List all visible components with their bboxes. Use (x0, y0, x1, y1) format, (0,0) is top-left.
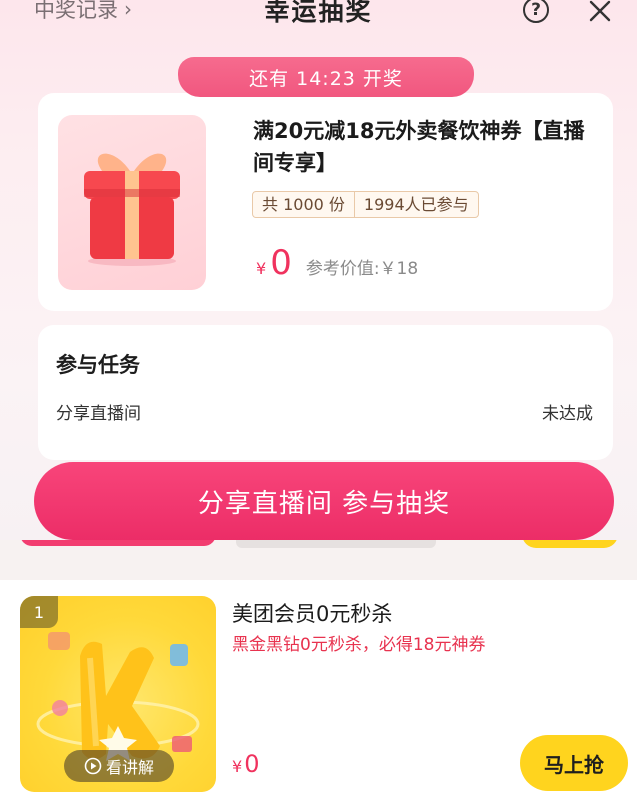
play-icon (84, 757, 102, 775)
peek-grey-shape (236, 540, 436, 548)
product-price-currency: ¥ (232, 757, 243, 776)
watch-explanation-label: 看讲解 (105, 758, 154, 777)
countdown-banner: 还有 14:23 开奖 (178, 57, 474, 97)
product-title: 美团会员0元秒杀 (232, 602, 393, 626)
total-quantity-tag: 共 1000 份 (262, 195, 345, 214)
lottery-sheet: 中奖记录 › 幸运抽奖 ? 满20元减18元外卖餐饮神券【直播间专享】 共 10… (0, 0, 637, 540)
prize-image (58, 115, 206, 290)
prize-price: ¥ 0 参考价值:￥18 (256, 243, 418, 283)
background-item-peek (0, 540, 637, 580)
reference-price: 参考价值:￥18 (305, 259, 419, 279)
prize-title: 满20元减18元外卖餐饮神券【直播间专享】 (253, 119, 585, 175)
product-price-value: 0 (244, 750, 260, 778)
product-price: ¥ 0 (232, 750, 259, 778)
buy-now-button[interactable]: 马上抢 (520, 735, 628, 791)
watch-explanation-button[interactable]: 看讲解 (64, 750, 174, 782)
peek-yellow-shape (522, 540, 618, 548)
task-name: 分享直播间 (56, 404, 141, 424)
task-status: 未达成 (542, 404, 593, 424)
task-card: 参与任务 分享直播间 未达成 (38, 325, 613, 460)
product-subtitle: 黑金黑钻0元秒杀，必得18元神券 (232, 635, 486, 655)
price-value: 0 (270, 243, 292, 283)
close-icon[interactable] (586, 0, 614, 26)
share-and-join-button[interactable]: 分享直播间 参与抽奖 (34, 462, 614, 540)
sheet-header: 中奖记录 › 幸运抽奖 ? (0, 0, 637, 40)
participants-tag: 1994人已参与 (353, 192, 478, 217)
prize-tags: 共 1000 份 1994人已参与 (252, 191, 479, 218)
gift-box-icon (84, 153, 180, 266)
product-thumbnail[interactable]: 1 看讲解 (20, 596, 216, 792)
prize-card: 满20元减18元外卖餐饮神券【直播间专享】 共 1000 份 1994人已参与 … (38, 93, 613, 311)
price-currency: ¥ (256, 259, 267, 278)
product-item[interactable]: 1 看讲解 美团会员0元秒杀 黑金黑钻0元秒杀，必得18元神券 ¥ 0 马上抢 (0, 580, 637, 800)
task-heading: 参与任务 (56, 353, 140, 377)
peek-pink-shape (20, 540, 216, 546)
rank-badge: 1 (20, 596, 58, 628)
